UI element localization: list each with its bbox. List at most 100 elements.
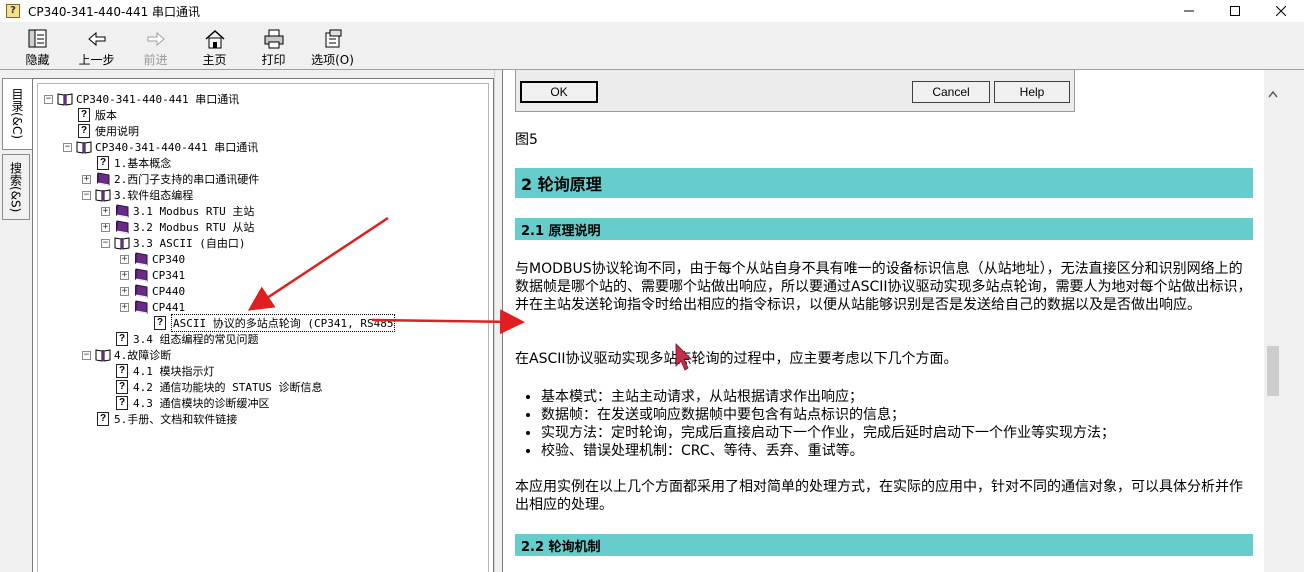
options-button[interactable]: 选项(O) [303, 24, 362, 68]
tree-item[interactable]: + CP341 [120, 267, 185, 283]
tree-item[interactable]: + CP440 [120, 283, 185, 299]
help-page-glyph: ? [78, 108, 90, 122]
tree-item-label: 3.软件组态编程 [114, 189, 194, 202]
tree-item[interactable]: ? ASCII 协议的多站点轮询 (CP341, RS485 [139, 314, 396, 332]
forward-button[interactable]: 前进 [126, 24, 185, 68]
tree-item[interactable]: ? 使用说明 [63, 123, 139, 139]
collapse-icon[interactable]: − [63, 142, 72, 152]
back-button[interactable]: 上一步 [67, 24, 126, 68]
toolbar: 隐藏 上一步 前进 主页 打印 选项(O) [0, 24, 1280, 68]
tab-contents[interactable]: 目录(&C) [2, 78, 32, 150]
scrollbar-thumb[interactable] [1267, 346, 1279, 396]
book-open-icon [114, 236, 130, 250]
tree-item-label: CP441 [152, 300, 186, 314]
window-title: CP340-341-440-441 串口通讯 [28, 4, 201, 19]
tree-item-label: 3.2 Modbus RTU 从站 [133, 221, 255, 234]
subsection-heading-mechanism: 2.2 轮询机制 [515, 534, 1253, 556]
tree-item[interactable]: ? 4.1 模块指示灯 [101, 363, 215, 379]
collapse-icon[interactable]: − [82, 190, 91, 200]
tree-item-label: CP340 [152, 252, 186, 266]
minimize-button[interactable] [1166, 0, 1212, 22]
hide-button[interactable]: 隐藏 [8, 24, 67, 68]
tree-item-label: 3.3 ASCII (自由口) [133, 237, 246, 250]
expand-icon[interactable]: + [101, 222, 110, 232]
tree-item[interactable]: − 4.故障诊断 [82, 347, 171, 363]
tree-item[interactable]: − 3.3 ASCII (自由口) [101, 235, 245, 251]
ok-button: OK [520, 81, 598, 103]
tree-item[interactable]: +3.1 Modbus RTU 主站 [101, 203, 254, 219]
tree-item[interactable]: − CP340-341-440-441 串口通讯 [63, 139, 258, 155]
expand-icon[interactable]: + [120, 270, 129, 280]
collapse-icon[interactable]: − [44, 94, 53, 104]
tree-item[interactable]: + CP441 [120, 299, 185, 315]
help-app-icon[interactable]: ? [6, 4, 20, 18]
home-icon [205, 29, 224, 49]
help-page-glyph: ? [97, 412, 109, 426]
tab-search-label: 搜索(&S) [8, 161, 23, 213]
expand-icon[interactable]: + [120, 254, 129, 264]
book-closed-icon [133, 284, 149, 298]
expand-icon[interactable]: + [101, 206, 110, 216]
expand-icon[interactable]: + [82, 174, 91, 184]
tree-item[interactable]: +3.2 Modbus RTU 从站 [101, 219, 254, 235]
collapse-icon[interactable]: − [101, 238, 110, 248]
book-open-icon [95, 188, 111, 202]
list-item: 实现方法：定时轮询，完成后直接启动下一个作业，完成后延时启动下一个作业等实现方法… [541, 424, 1255, 442]
help-page-glyph: ? [78, 124, 90, 138]
tree-item[interactable]: ? 5.手册、文档和软件链接 [82, 411, 237, 427]
title-bar: ? CP340-341-440-441 串口通讯 [0, 0, 1304, 22]
paragraph-application: 本应用实例在以上几个方面都采用了相对简单的处理方式，在实际的应用中，针对不同的通… [515, 479, 1243, 513]
tree-item[interactable]: ? 4.3 通信模块的诊断缓冲区 [101, 395, 270, 411]
help-page-glyph: ? [116, 332, 128, 346]
tree-item[interactable]: ? 1.基本概念 [82, 155, 171, 171]
section-heading: 2 轮询原理 [515, 168, 1253, 198]
help-page-glyph: ? [97, 156, 109, 170]
tree-item[interactable]: ? 3.4 组态编程的常见问题 [101, 331, 259, 347]
book-open-icon [76, 140, 92, 154]
back-label: 上一步 [78, 53, 115, 67]
arrow-left-icon [87, 31, 105, 47]
tree-item[interactable]: − CP340-341-440-441 串口通讯 [44, 91, 239, 107]
tree-item[interactable]: − 3.软件组态编程 [82, 187, 193, 203]
toolbar-edge [1280, 24, 1304, 68]
pane-splitter[interactable] [494, 70, 502, 572]
expand-icon[interactable]: + [120, 286, 129, 296]
tree-item-label: 4.故障诊断 [114, 349, 172, 362]
tree-item[interactable]: ? 4.2 通信功能块的 STATUS 诊断信息 [101, 379, 322, 395]
tree-item[interactable]: +2.西门子支持的串口通讯硬件 [82, 171, 259, 187]
book-open-icon [95, 348, 111, 362]
tree-item-label: 3.4 组态编程的常见问题 [133, 333, 259, 346]
tree-item-label: 1.基本概念 [114, 157, 172, 170]
chevron-up-icon [1268, 90, 1278, 98]
book-closed-icon [114, 204, 130, 218]
tab-search[interactable]: 搜索(&S) [2, 154, 30, 220]
arrow-right-icon [147, 31, 165, 47]
considerations-list: 基本模式：主站主动请求，从站根据请求作出响应； 数据帧：在发送或响应数据帧中要包… [515, 388, 1255, 460]
expand-icon[interactable]: + [120, 302, 129, 312]
home-button[interactable]: 主页 [185, 24, 244, 68]
help-page-icon: ? [114, 364, 130, 378]
list-item: 校验、错误处理机制：CRC、等待、丢弃、重试等。 [541, 442, 1255, 460]
paragraph-polling-intro: 与MODBUS协议轮询不同，由于每个从站自身不具有唯一的设备标识信息（从站地址）… [515, 261, 1252, 313]
tree-item-label: CP341 [152, 268, 186, 282]
print-label: 打印 [261, 53, 286, 67]
tree-item[interactable]: ? 版本 [63, 107, 117, 123]
maximize-icon [1230, 6, 1240, 16]
topic-content-pane: OK Cancel Help 图5 2 轮询原理 2.1 原理说明 与MODBU… [502, 70, 1264, 572]
subsection-heading-principle: 2.1 原理说明 [515, 218, 1253, 240]
book-open-icon [57, 92, 73, 106]
scroll-up-button[interactable] [1264, 86, 1282, 102]
content-scrollbar[interactable] [1264, 70, 1282, 572]
book-closed-icon [133, 268, 149, 282]
book-closed-icon [133, 252, 149, 266]
tree-item-label: CP340-341-440-441 串口通讯 [95, 141, 259, 154]
tree-item-label: 3.1 Modbus RTU 主站 [133, 205, 255, 218]
print-button[interactable]: 打印 [244, 24, 303, 68]
tree-item[interactable]: + CP340 [120, 251, 185, 267]
help-page-glyph: ? [116, 364, 128, 378]
forward-label: 前进 [143, 53, 168, 67]
collapse-icon[interactable]: − [82, 350, 91, 360]
hide-pane-icon [28, 29, 46, 48]
close-button[interactable] [1258, 0, 1304, 22]
maximize-button[interactable] [1212, 0, 1258, 22]
